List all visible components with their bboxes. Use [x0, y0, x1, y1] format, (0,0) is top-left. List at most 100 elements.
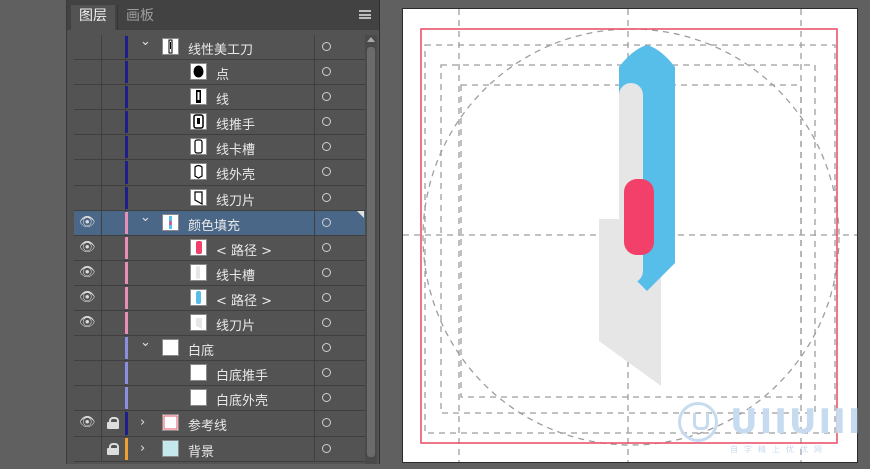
visibility-eye-icon[interactable]: 👁 [79, 191, 96, 204]
layer-thumbnail [190, 288, 207, 306]
hamburger-menu-icon[interactable] [359, 10, 371, 19]
visibility-eye-icon[interactable]: 👁 [79, 316, 96, 329]
layer-name[interactable]: 线外壳 [216, 164, 255, 183]
visibility-eye-icon[interactable]: 👁 [79, 216, 96, 229]
layer-row[interactable]: 👁 < 路径 > [74, 235, 365, 261]
lock-toggle-empty[interactable] [107, 91, 119, 103]
lock-toggle-empty[interactable] [107, 342, 119, 354]
visibility-eye-icon[interactable]: 👁 [79, 266, 96, 279]
lock-toggle-empty[interactable] [107, 317, 119, 329]
lock-toggle-empty[interactable] [107, 192, 119, 204]
layer-row[interactable]: 👁 点 [74, 60, 365, 86]
visibility-eye-icon[interactable]: 👁 [79, 291, 96, 304]
column-divider [314, 60, 315, 85]
layer-name[interactable]: 线卡槽 [216, 265, 255, 284]
layer-name[interactable]: 点 [216, 64, 229, 83]
visibility-eye-icon[interactable]: 👁 [79, 241, 96, 254]
target-circle-icon[interactable] [322, 292, 331, 302]
layer-row[interactable]: 👁 线推手 [74, 110, 365, 136]
lock-icon[interactable] [107, 442, 119, 455]
layer-name[interactable]: 背景 [188, 441, 214, 460]
layer-row[interactable]: 👁 线外壳 [74, 160, 365, 186]
lock-toggle-empty[interactable] [107, 242, 119, 254]
lock-toggle-empty[interactable] [107, 367, 119, 379]
layer-row[interactable]: 👁 线卡槽 [74, 135, 365, 161]
visibility-eye-icon[interactable]: 👁 [79, 40, 96, 53]
layer-row[interactable]: 👁 线刀片 [74, 311, 365, 337]
layer-name[interactable]: 白底外壳 [216, 390, 268, 409]
target-circle-icon[interactable] [322, 192, 331, 202]
lock-icon[interactable] [107, 417, 119, 430]
visibility-eye-icon[interactable]: 👁 [79, 391, 96, 404]
layer-row[interactable]: 👁 线 [74, 85, 365, 111]
layer-name[interactable]: 颜色填充 [188, 215, 240, 234]
lock-toggle-empty[interactable] [107, 292, 119, 304]
layer-list-scrollbar[interactable] [365, 35, 377, 464]
visibility-eye-icon[interactable]: 👁 [79, 341, 96, 354]
layer-row[interactable]: 👁 ⌄ 线性美工刀 [74, 34, 365, 61]
layer-name[interactable]: < 路径 > [216, 290, 272, 309]
lock-toggle-empty[interactable] [107, 66, 119, 78]
layer-name[interactable]: 线刀片 [216, 190, 255, 209]
visibility-eye-icon[interactable]: 👁 [79, 366, 96, 379]
layer-name[interactable]: 线 [216, 89, 229, 108]
layer-name[interactable]: 白底推手 [216, 365, 268, 384]
visibility-eye-icon[interactable]: 👁 [79, 165, 96, 178]
visibility-eye-icon[interactable]: 👁 [79, 90, 96, 103]
target-circle-icon[interactable] [322, 167, 331, 177]
visibility-eye-icon[interactable]: 👁 [79, 416, 96, 429]
visibility-eye-icon[interactable]: 👁 [79, 442, 96, 455]
target-circle-icon[interactable] [322, 142, 331, 152]
lock-toggle-empty[interactable] [107, 141, 119, 153]
layer-row[interactable]: 👁 线刀片 [74, 185, 365, 211]
tab-layers[interactable]: 图层 [71, 5, 115, 30]
layer-row[interactable]: 👁 线卡槽 [74, 260, 365, 286]
visibility-eye-icon[interactable]: 👁 [79, 65, 96, 78]
layer-row[interactable]: 👁 ⌄ 颜色填充 [74, 210, 365, 236]
chevron-down-icon[interactable]: ⌄ [140, 210, 151, 225]
layer-row[interactable]: 👁 › 参考线 [74, 411, 365, 437]
lock-toggle-empty[interactable] [107, 166, 119, 178]
chevron-right-icon[interactable]: › [140, 441, 145, 456]
layer-row[interactable]: 👁 < 路径 > [74, 285, 365, 312]
layer-row[interactable]: 👁 › 背景 [74, 436, 365, 462]
scrollbar-thumb[interactable] [367, 47, 375, 457]
target-circle-icon[interactable] [322, 418, 331, 428]
visibility-eye-icon[interactable]: 👁 [79, 140, 96, 153]
artboard-canvas[interactable] [402, 8, 858, 463]
lock-toggle-empty[interactable] [107, 217, 119, 229]
chevron-down-icon[interactable]: ⌄ [140, 335, 151, 350]
lock-toggle-empty[interactable] [107, 267, 119, 279]
target-circle-icon[interactable] [322, 42, 331, 51]
target-circle-icon[interactable] [322, 92, 331, 102]
target-circle-icon[interactable] [322, 343, 331, 353]
target-circle-icon[interactable] [322, 67, 331, 77]
target-circle-icon[interactable] [322, 242, 331, 252]
target-circle-icon[interactable] [322, 217, 331, 227]
layer-row[interactable]: 👁 ⌄ 白底 [74, 335, 365, 362]
lock-toggle-empty[interactable] [107, 41, 119, 53]
visibility-eye-icon[interactable]: 👁 [79, 115, 96, 128]
target-circle-icon[interactable] [322, 443, 331, 453]
lock-toggle-empty[interactable] [107, 116, 119, 128]
chevron-down-icon[interactable]: ⌄ [140, 34, 151, 49]
layer-name[interactable]: 白底 [188, 340, 214, 359]
layer-name[interactable]: 线刀片 [216, 315, 255, 334]
target-circle-icon[interactable] [322, 368, 331, 378]
scroll-up-icon[interactable] [367, 37, 375, 42]
layer-row[interactable]: 👁 白底外壳 [74, 386, 365, 412]
layer-name[interactable]: < 路径 > [216, 240, 272, 259]
chevron-right-icon[interactable]: › [140, 415, 145, 430]
layer-name[interactable]: 线卡槽 [216, 139, 255, 158]
layer-row[interactable]: 👁 白底推手 [74, 361, 365, 387]
target-circle-icon[interactable] [322, 318, 331, 328]
layer-name[interactable]: 线推手 [216, 114, 255, 133]
target-circle-icon[interactable] [322, 117, 331, 127]
target-circle-icon[interactable] [322, 393, 331, 403]
target-circle-icon[interactable] [322, 267, 331, 277]
layer-name[interactable]: 参考线 [188, 415, 227, 434]
layer-color-bar [125, 312, 128, 335]
layer-name[interactable]: 线性美工刀 [188, 39, 253, 58]
lock-toggle-empty[interactable] [107, 392, 119, 404]
tab-artboards[interactable]: 画板 [117, 5, 162, 30]
